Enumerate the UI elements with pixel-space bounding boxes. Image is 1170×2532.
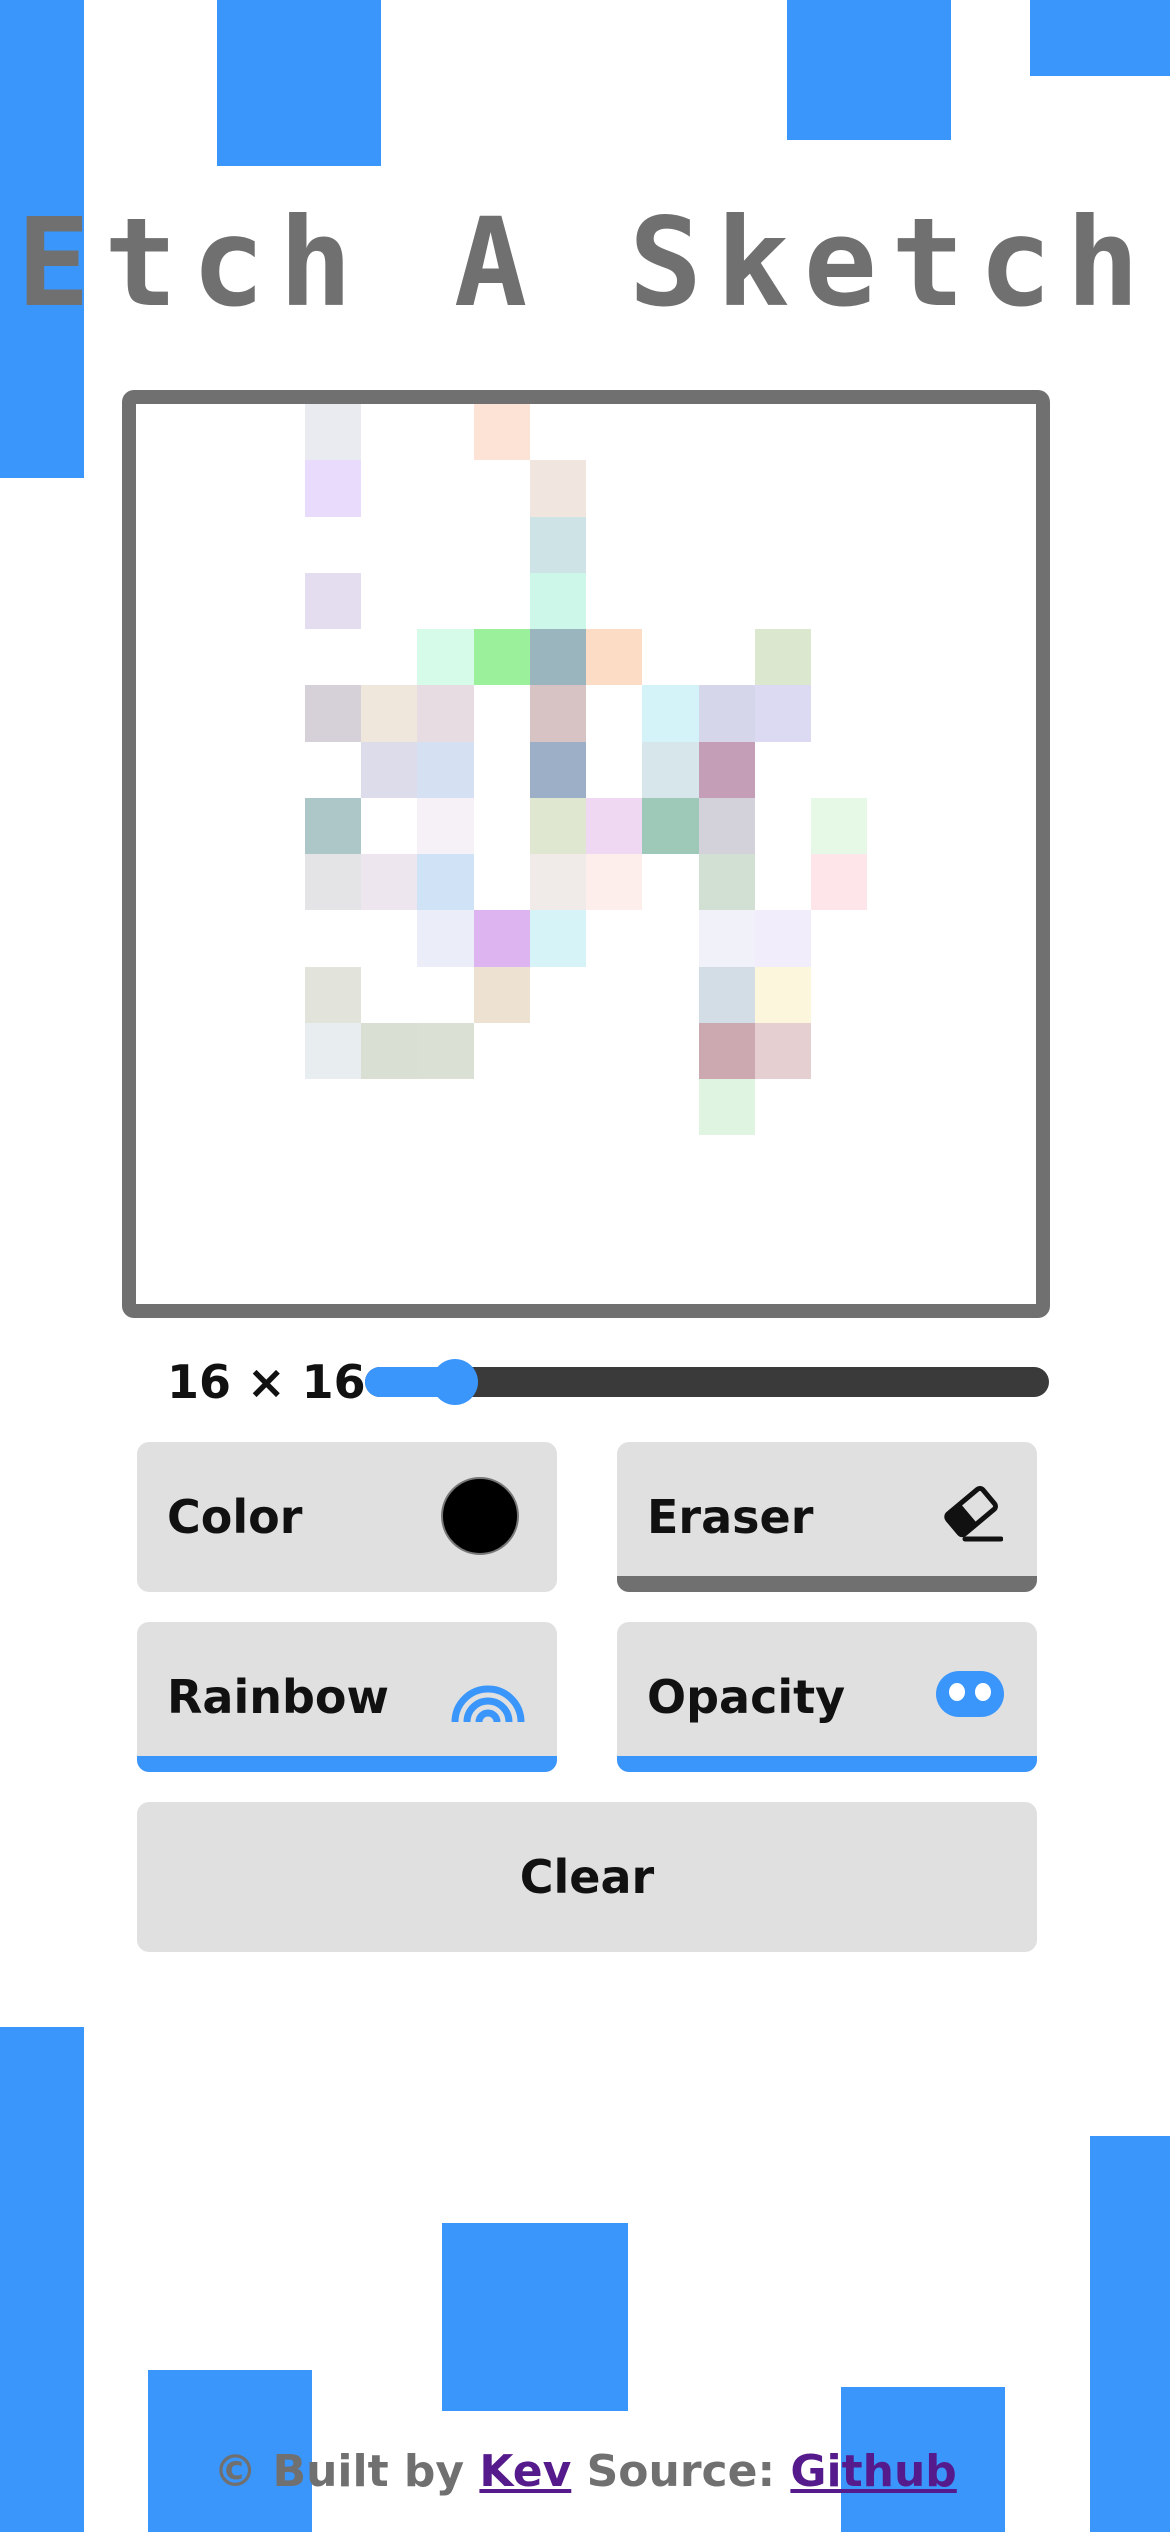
grid-cell[interactable] [304, 572, 361, 629]
grid-cell[interactable] [754, 910, 811, 967]
grid-cell[interactable] [304, 1022, 361, 1079]
author-link[interactable]: Kev [479, 2446, 571, 2497]
grid-cell[interactable] [811, 797, 868, 854]
rainbow-button-label: Rainbow [167, 1670, 390, 1724]
opacity-button[interactable]: Opacity [617, 1622, 1037, 1772]
grid-cell[interactable] [473, 966, 530, 1023]
footer-prefix: © Built by [213, 2446, 465, 2497]
grid-cell[interactable] [473, 910, 530, 967]
grid-cell[interactable] [361, 685, 418, 742]
grid-cell[interactable] [529, 741, 586, 798]
eraser-button-label: Eraser [647, 1490, 814, 1544]
color-swatch-icon[interactable] [441, 1477, 519, 1555]
grid-cell[interactable] [529, 685, 586, 742]
grid-cell[interactable] [529, 516, 586, 573]
grid-cell[interactable] [304, 460, 361, 517]
rainbow-button[interactable]: Rainbow [137, 1622, 557, 1772]
grid-cell[interactable] [529, 460, 586, 517]
grid-cell[interactable] [361, 1022, 418, 1079]
grid-cell[interactable] [586, 854, 643, 911]
grid-cell[interactable] [304, 404, 361, 461]
opacity-active-indicator [617, 1756, 1037, 1772]
grid-cell[interactable] [754, 629, 811, 686]
grid-cell[interactable] [698, 1022, 755, 1079]
opacity-button-label: Opacity [647, 1670, 846, 1724]
grid-cell[interactable] [586, 629, 643, 686]
grid-cell[interactable] [698, 966, 755, 1023]
eraser-button[interactable]: Eraser [617, 1442, 1037, 1592]
grid-cell[interactable] [473, 404, 530, 461]
decor-block [1030, 0, 1170, 76]
rainbow-active-indicator [137, 1756, 557, 1772]
mask-icon [935, 1670, 1005, 1718]
grid-cell[interactable] [698, 797, 755, 854]
github-link[interactable]: Github [790, 2446, 956, 2497]
page-title: Etch A Sketch [16, 192, 1154, 334]
grid-cell[interactable] [473, 629, 530, 686]
grid-size-label: 16 × 16 [167, 1355, 366, 1409]
decor-block [442, 2223, 628, 2411]
sketch-board[interactable] [122, 390, 1050, 1318]
footer-source-label: Source: [586, 2446, 776, 2497]
grid-cell[interactable] [304, 966, 361, 1023]
grid-cell[interactable] [529, 572, 586, 629]
grid-cell[interactable] [304, 685, 361, 742]
grid-cell[interactable] [642, 741, 699, 798]
grid-cell[interactable] [754, 1022, 811, 1079]
grid-cell[interactable] [361, 741, 418, 798]
grid-cell[interactable] [529, 629, 586, 686]
grid-cell[interactable] [586, 797, 643, 854]
grid-cell[interactable] [698, 685, 755, 742]
grid-cell[interactable] [698, 854, 755, 911]
rainbow-icon [449, 1662, 527, 1724]
grid-cell[interactable] [417, 910, 474, 967]
color-button-label: Color [167, 1490, 303, 1544]
slider-thumb[interactable] [432, 1359, 478, 1405]
sketch-grid[interactable] [136, 404, 1036, 1304]
grid-cell[interactable] [361, 854, 418, 911]
decor-block [217, 0, 381, 166]
color-button[interactable]: Color [137, 1442, 557, 1592]
eraser-icon [939, 1485, 1004, 1543]
grid-cell[interactable] [811, 854, 868, 911]
grid-cell[interactable] [529, 910, 586, 967]
grid-cell[interactable] [698, 1079, 755, 1136]
grid-cell[interactable] [529, 854, 586, 911]
clear-button[interactable]: Clear [137, 1802, 1037, 1952]
grid-cell[interactable] [698, 910, 755, 967]
grid-cell[interactable] [417, 685, 474, 742]
grid-size-slider[interactable] [365, 1359, 1049, 1405]
grid-cell[interactable] [417, 797, 474, 854]
decor-block [787, 0, 951, 140]
eraser-active-indicator [617, 1576, 1037, 1592]
grid-cell[interactable] [529, 797, 586, 854]
grid-cell[interactable] [304, 797, 361, 854]
grid-cell[interactable] [417, 629, 474, 686]
grid-cell[interactable] [754, 685, 811, 742]
grid-cell[interactable] [304, 854, 361, 911]
footer: © Built by Kev Source: Github [0, 2440, 1170, 2504]
grid-cell[interactable] [642, 685, 699, 742]
grid-cell[interactable] [417, 1022, 474, 1079]
grid-cell[interactable] [642, 797, 699, 854]
grid-cell[interactable] [698, 741, 755, 798]
grid-cell[interactable] [417, 741, 474, 798]
grid-cell[interactable] [417, 854, 474, 911]
grid-cell[interactable] [754, 966, 811, 1023]
